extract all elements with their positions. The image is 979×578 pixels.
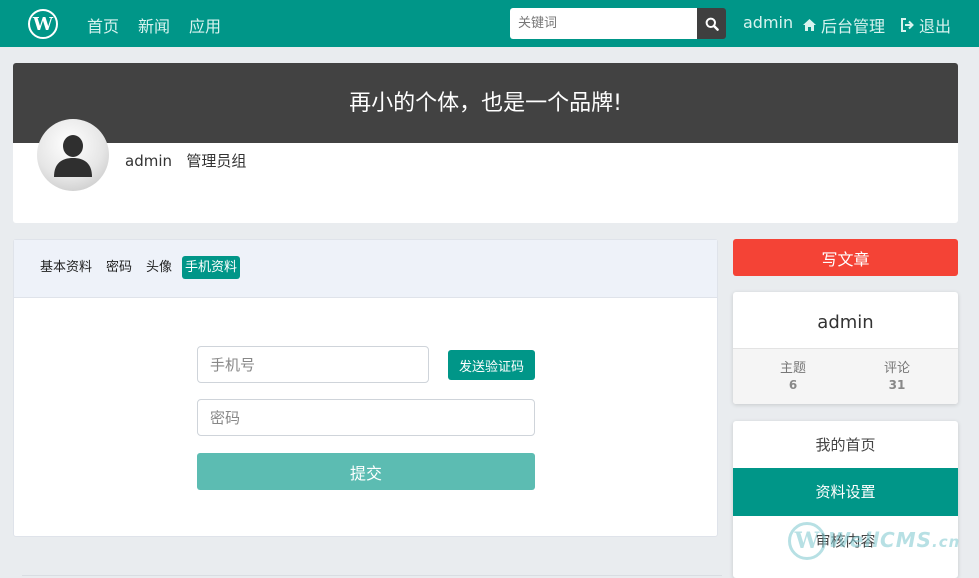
send-code-button[interactable]: 发送验证码 bbox=[448, 350, 535, 380]
watermark: W WellCMS.cn bbox=[788, 522, 968, 562]
stat-comments-label: 评论 bbox=[883, 361, 910, 376]
stat-comments-value: 31 bbox=[888, 378, 906, 392]
profile-banner: 再小的个体，也是一个品牌! bbox=[13, 63, 958, 143]
top-navbar: W 首页 新闻 应用 admin 后台管理 退出 bbox=[0, 0, 979, 47]
sidebar-username[interactable]: admin bbox=[733, 312, 958, 333]
profile-name: admin 管理员组 bbox=[125, 150, 246, 171]
password-input[interactable] bbox=[197, 399, 535, 436]
settings-panel: 基本资料 密码 头像 手机资料 发送验证码 提交 bbox=[13, 239, 718, 537]
nav-admin-label: 后台管理 bbox=[821, 17, 886, 36]
watermark-text: WellCMS.cn bbox=[828, 528, 960, 552]
write-article-button[interactable]: 写文章 bbox=[733, 239, 958, 276]
watermark-brand: WellCMS bbox=[828, 528, 933, 552]
watermark-suffix: .cn bbox=[932, 533, 961, 551]
nav-link-news[interactable]: 新闻 bbox=[138, 13, 170, 37]
banner-slogan: 再小的个体，也是一个品牌! bbox=[349, 91, 622, 116]
tab-avatar[interactable]: 头像 bbox=[143, 256, 175, 279]
settings-tabs: 基本资料 密码 头像 手机资料 bbox=[14, 240, 717, 298]
phone-input[interactable] bbox=[197, 346, 429, 383]
nav-link-home[interactable]: 首页 bbox=[87, 13, 119, 37]
home-icon bbox=[803, 19, 816, 31]
search-box bbox=[510, 8, 726, 39]
search-input[interactable] bbox=[510, 8, 697, 39]
nav-link-apps[interactable]: 应用 bbox=[189, 13, 221, 37]
tab-basic-info[interactable]: 基本资料 bbox=[37, 256, 95, 279]
stat-threads[interactable]: 主题 6 bbox=[753, 357, 833, 392]
nav-admin-link[interactable]: 后台管理 bbox=[802, 13, 885, 37]
user-stats: 主题 6 评论 31 bbox=[733, 348, 958, 404]
search-icon bbox=[705, 17, 719, 31]
user-summary-card: admin 主题 6 评论 31 bbox=[733, 292, 958, 404]
logout-icon bbox=[901, 18, 914, 32]
bottom-divider bbox=[22, 575, 722, 576]
nav-user-link[interactable]: admin bbox=[743, 13, 793, 32]
stat-threads-value: 6 bbox=[788, 378, 798, 392]
menu-item-my-home[interactable]: 我的首页 bbox=[733, 421, 958, 469]
menu-item-profile-settings[interactable]: 资料设置 bbox=[733, 468, 958, 516]
tab-mobile-info[interactable]: 手机资料 bbox=[182, 256, 241, 279]
profile-username: admin bbox=[125, 152, 172, 170]
submit-button[interactable]: 提交 bbox=[197, 453, 535, 490]
user-silhouette-icon bbox=[54, 135, 92, 177]
nav-logout-label: 退出 bbox=[919, 17, 952, 36]
nav-logout-link[interactable]: 退出 bbox=[900, 13, 951, 37]
profile-header: 再小的个体，也是一个品牌! admin 管理员组 bbox=[13, 63, 958, 223]
stat-threads-label: 主题 bbox=[779, 361, 806, 376]
search-button[interactable] bbox=[697, 8, 726, 39]
stat-comments[interactable]: 评论 31 bbox=[857, 357, 937, 392]
avatar[interactable] bbox=[37, 119, 109, 191]
watermark-logo: W bbox=[788, 522, 826, 560]
tab-password[interactable]: 密码 bbox=[103, 256, 135, 279]
profile-group: 管理员组 bbox=[186, 152, 247, 170]
site-logo[interactable]: W bbox=[28, 9, 58, 39]
